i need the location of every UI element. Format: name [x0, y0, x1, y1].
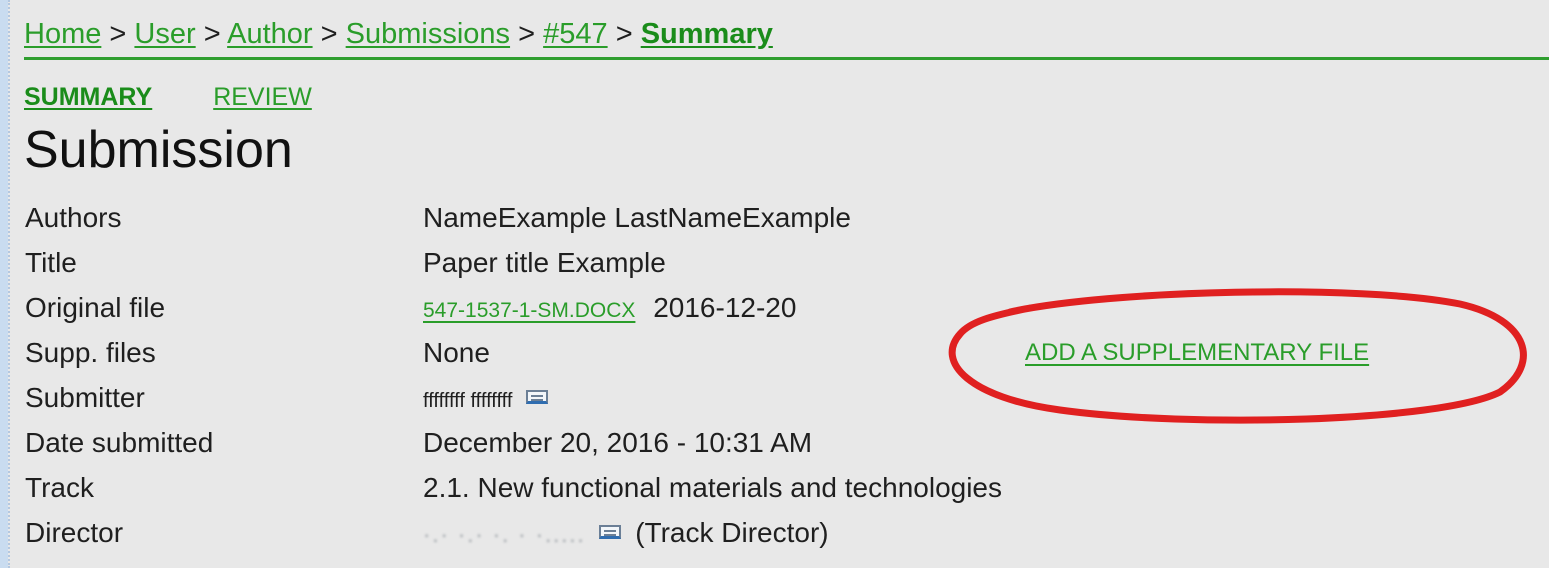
detail-row-date-submitted: Date submitted December 20, 2016 - 10:31… — [25, 420, 1225, 465]
breadcrumb: Home > User > Author > Submissions > #54… — [24, 16, 1549, 52]
breadcrumb-separator: > — [518, 18, 536, 50]
original-file-label: Original file — [25, 292, 166, 323]
track-label: Track — [25, 472, 94, 503]
date-submitted-value: December 20, 2016 - 10:31 AM — [423, 427, 813, 458]
director-label: Director — [25, 517, 124, 548]
breadcrumb-author[interactable]: Author — [227, 18, 312, 50]
director-value: ·.· ·.· ·. · ·..... (Track Director) — [423, 510, 829, 557]
original-file-link[interactable]: 547-1537-1-SM.DOCX — [423, 299, 635, 322]
title-label: Title — [25, 247, 77, 278]
breadcrumb-submissions[interactable]: Submissions — [346, 18, 510, 50]
page-title: Submission — [24, 121, 293, 179]
director-name-redacted: ·.· ·.· ·. · ·..... — [423, 522, 586, 547]
track-value: 2.1. New functional materials and techno… — [423, 472, 1003, 503]
breadcrumb-separator: > — [615, 18, 633, 50]
detail-row-title: Title Paper title Example — [25, 240, 1225, 285]
detail-row-authors: Authors NameExample LastNameExample — [25, 195, 1225, 240]
original-file-value: 547-1537-1-SM.DOCX 2016-12-20 — [423, 285, 796, 333]
detail-row-track: Track 2.1. New functional materials and … — [25, 465, 1225, 510]
breadcrumb-current[interactable]: Summary — [641, 18, 773, 50]
submitter-value: ffffffff ffffffff — [423, 375, 549, 424]
authors-label: Authors — [25, 202, 122, 233]
breadcrumb-user[interactable]: User — [134, 18, 195, 50]
date-submitted-label: Date submitted — [25, 427, 214, 458]
authors-value: NameExample LastNameExample — [423, 202, 851, 233]
email-icon[interactable] — [526, 389, 549, 404]
email-icon[interactable] — [599, 524, 622, 539]
supp-files-label: Supp. files — [25, 337, 156, 368]
breadcrumb-separator: > — [109, 18, 127, 50]
submitter-label: Submitter — [25, 382, 145, 413]
add-supplementary-file-link[interactable]: ADD A SUPPLEMENTARY FILE — [1025, 338, 1369, 368]
detail-row-director: Director ·.· ·.· ·. · ·..... (Track Dire… — [25, 510, 1225, 555]
header-divider — [24, 57, 1549, 60]
detail-row-original-file: Original file 547-1537-1-SM.DOCX 2016-12… — [25, 285, 1225, 330]
breadcrumb-home[interactable]: Home — [24, 18, 101, 50]
page-frame: Home > User > Author > Submissions > #54… — [8, 0, 1549, 568]
tab-bar: SUMMARY REVIEW — [24, 82, 366, 112]
tab-summary[interactable]: SUMMARY — [24, 83, 152, 111]
title-value: Paper title Example — [423, 247, 666, 278]
submitter-name: ffffffff ffffffff — [423, 390, 513, 412]
breadcrumb-separator: > — [203, 18, 221, 50]
original-file-date: 2016-12-20 — [653, 292, 797, 323]
director-role: (Track Director) — [635, 517, 829, 548]
breadcrumb-separator: > — [320, 18, 338, 50]
submission-details: Authors NameExample LastNameExample Titl… — [25, 195, 1225, 555]
tab-review[interactable]: REVIEW — [213, 83, 312, 111]
detail-row-submitter: Submitter ffffffff ffffffff — [25, 375, 1225, 420]
breadcrumb-submission-id[interactable]: #547 — [543, 18, 608, 50]
supp-files-value: None — [423, 337, 490, 368]
